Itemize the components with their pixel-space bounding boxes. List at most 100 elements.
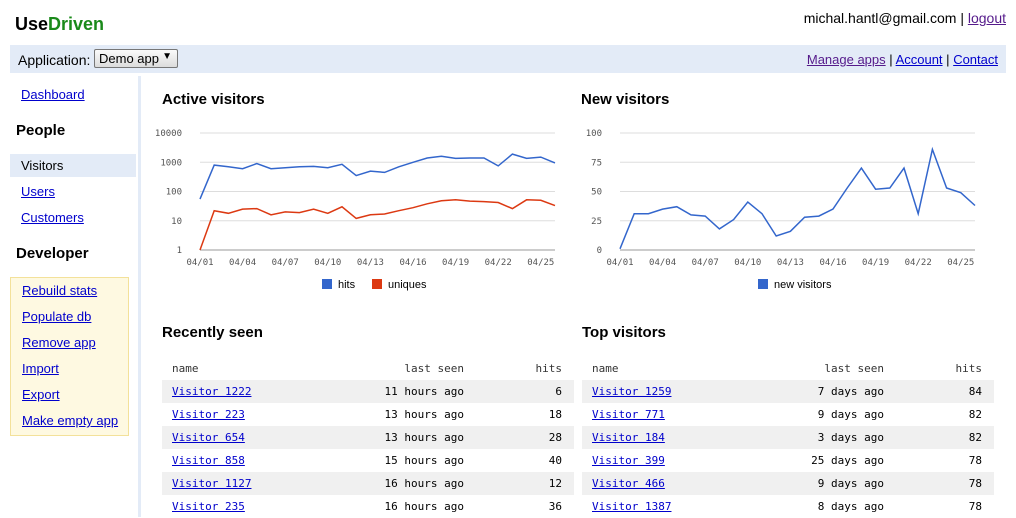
import-link[interactable]: Import — [22, 361, 59, 376]
hits-cell: 78 — [968, 454, 982, 467]
developer-heading: Developer — [16, 245, 89, 262]
x-tick-label: 04/04 — [649, 258, 676, 268]
top-links: Manage apps | Account | Contact — [807, 52, 998, 67]
column-header-last-seen: last seen — [824, 362, 884, 375]
table-row: Visitor 771 9 days ago 82 — [582, 403, 994, 426]
column-header-hits: hits — [535, 362, 563, 375]
x-tick-label: 04/01 — [606, 258, 633, 268]
app-logo[interactable]: UseDriven — [15, 14, 104, 35]
separator: | — [889, 52, 893, 67]
active-visitors-title: Active visitors — [162, 91, 265, 108]
hits-cell: 40 — [548, 454, 562, 467]
table-row: Visitor 466 9 days ago 78 — [582, 472, 994, 495]
y-tick-label: 50 — [591, 188, 602, 198]
sidebar-item-label: Visitors — [21, 158, 64, 173]
last-seen-cell: 13 hours ago — [384, 408, 464, 421]
legend-swatch — [758, 279, 768, 289]
x-tick-label: 04/04 — [229, 258, 256, 268]
export-link[interactable]: Export — [22, 387, 60, 402]
last-seen-cell: 11 hours ago — [384, 385, 464, 398]
recently-seen-table: name last seen hits Visitor 1222 11 hours… — [162, 357, 574, 518]
hits-cell: 28 — [548, 431, 562, 444]
application-select-value: Demo app — [99, 51, 159, 66]
hits-cell: 78 — [968, 477, 982, 490]
last-seen-cell: 16 hours ago — [384, 477, 464, 490]
x-tick-label: 04/07 — [272, 258, 299, 268]
table-row: Visitor 1222 11 hours ago 6 — [162, 380, 574, 403]
people-heading: People — [16, 122, 66, 139]
y-tick-label: 10 — [171, 217, 182, 227]
x-tick-label: 04/16 — [399, 258, 426, 268]
series-line-0 — [199, 153, 556, 200]
last-seen-cell: 16 hours ago — [384, 500, 464, 513]
last-seen-cell: 13 hours ago — [384, 431, 464, 444]
sidebar-item-dashboard[interactable]: Dashboard — [21, 87, 85, 102]
x-tick-label: 04/13 — [777, 258, 804, 268]
recently-seen-title: Recently seen — [162, 324, 263, 341]
hits-cell: 18 — [548, 408, 562, 421]
x-tick-label: 04/19 — [442, 258, 469, 268]
table-row: Visitor 1387 8 days ago 78 — [582, 495, 994, 518]
dropdown-arrow-icon: ▼ — [162, 51, 172, 62]
account-link[interactable]: Account — [896, 52, 943, 67]
x-tick-label: 04/22 — [485, 258, 512, 268]
table-header: name last seen hits — [582, 357, 994, 380]
table-row: Visitor 1127 16 hours ago 12 — [162, 472, 574, 495]
populate-db-link[interactable]: Populate db — [22, 309, 91, 324]
table-row: Visitor 1259 7 days ago 84 — [582, 380, 994, 403]
y-tick-label: 0 — [597, 246, 602, 256]
remove-app-link[interactable]: Remove app — [22, 335, 96, 350]
column-header-last-seen: last seen — [404, 362, 464, 375]
table-header: name last seen hits — [162, 357, 574, 380]
hits-cell: 6 — [555, 385, 562, 398]
x-tick-label: 04/13 — [357, 258, 384, 268]
top-visitors-table: name last seen hits Visitor 1259 7 days a… — [582, 357, 994, 518]
sidebar-item-customers[interactable]: Customers — [21, 210, 84, 225]
hits-cell: 12 — [548, 477, 562, 490]
developer-box: Rebuild stats Populate db Remove app Imp… — [10, 277, 129, 436]
table-row: Visitor 235 16 hours ago 36 — [162, 495, 574, 518]
x-tick-label: 04/10 — [734, 258, 761, 268]
legend-swatch — [322, 279, 332, 289]
last-seen-cell: 9 days ago — [817, 408, 884, 421]
legend-label: uniques — [388, 279, 427, 291]
x-tick-label: 04/22 — [905, 258, 932, 268]
sidebar-item-users[interactable]: Users — [21, 184, 55, 199]
table-row: Visitor 223 13 hours ago 18 — [162, 403, 574, 426]
series-line-0 — [619, 146, 976, 250]
x-tick-label: 04/19 — [862, 258, 889, 268]
manage-apps-link[interactable]: Manage apps — [807, 52, 886, 67]
application-select[interactable]: Demo app ▼ — [94, 49, 178, 68]
active-visitors-chart: 10000 1000 100 10 1 04/01 04/04 04/07 04/10 04/13… — [155, 129, 556, 291]
x-tick-label: 04/10 — [314, 258, 341, 268]
table-row: Visitor 184 3 days ago 82 — [582, 426, 994, 449]
y-tick-label: 100 — [166, 188, 182, 198]
hits-cell: 78 — [968, 500, 982, 513]
logo-part-driven: Driven — [48, 14, 105, 34]
application-label: Application: — [18, 52, 91, 68]
last-seen-cell: 9 days ago — [817, 477, 884, 490]
x-tick-label: 04/16 — [819, 258, 846, 268]
x-tick-label: 04/25 — [947, 258, 974, 268]
rebuild-stats-link[interactable]: Rebuild stats — [22, 283, 97, 298]
column-header-hits: hits — [955, 362, 983, 375]
sidebar-item-visitors[interactable]: Visitors — [10, 154, 136, 177]
logo-part-use: Use — [15, 14, 49, 34]
new-visitors-title: New visitors — [581, 91, 670, 108]
make-empty-app-link[interactable]: Make empty app — [22, 413, 118, 428]
sidebar: Dashboard People Visitors Users Customer… — [10, 76, 141, 517]
last-seen-cell: 15 hours ago — [384, 454, 464, 467]
contact-link[interactable]: Contact — [953, 52, 998, 67]
last-seen-cell: 7 days ago — [817, 385, 884, 398]
last-seen-cell: 8 days ago — [817, 500, 884, 513]
legend-swatch — [372, 279, 382, 289]
separator: | — [946, 52, 950, 67]
new-visitors-chart: 100 75 50 25 0 04/01 04/04 04/07 04/10 04/13 04/16… — [586, 129, 976, 291]
app-bar: Application: Demo app ▼ Manage apps | Ac… — [10, 45, 1006, 73]
table-row: Visitor 399 25 days ago 78 — [582, 449, 994, 472]
user-box: michal.hantl@gmail.com | logout — [804, 10, 1006, 26]
last-seen-cell: 25 days ago — [811, 454, 884, 467]
x-tick-label: 04/25 — [527, 258, 554, 268]
x-tick-label: 04/01 — [186, 258, 213, 268]
logout-link[interactable]: logout — [968, 10, 1006, 26]
